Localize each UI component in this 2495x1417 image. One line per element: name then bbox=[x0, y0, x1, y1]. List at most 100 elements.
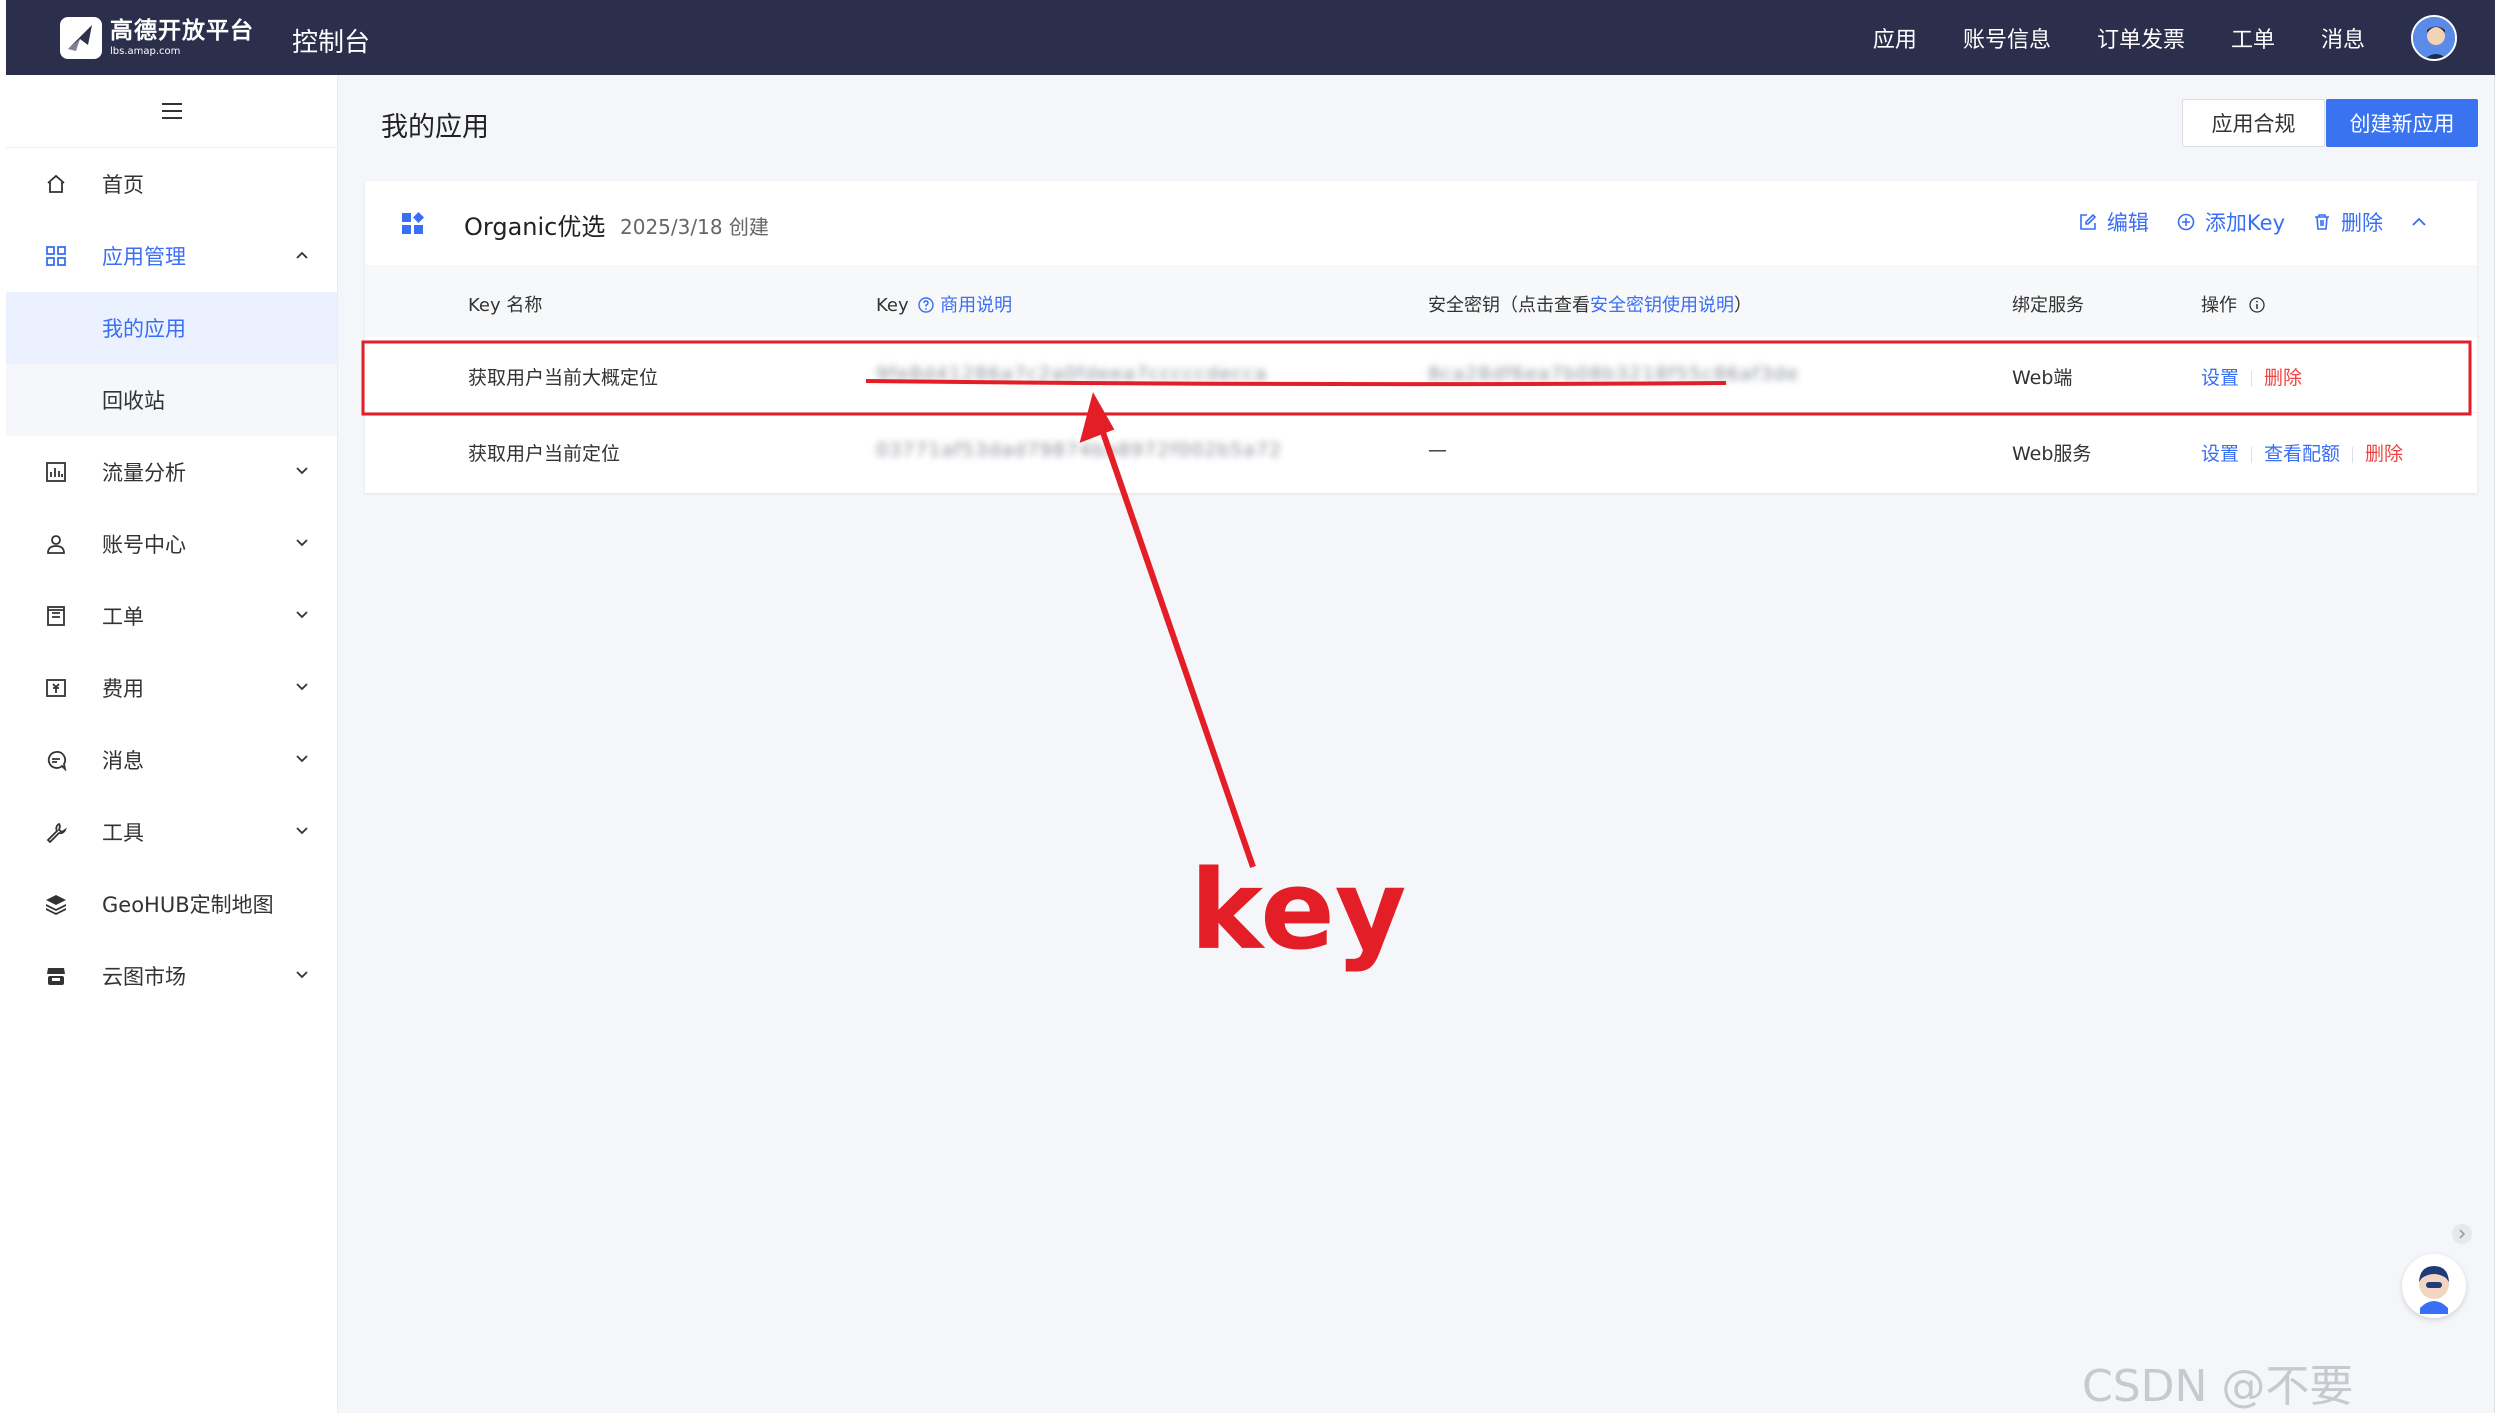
topnav-account[interactable]: 账号信息 bbox=[1963, 22, 2051, 54]
topnav-tickets[interactable]: 工单 bbox=[2231, 22, 2275, 54]
create-app-button[interactable]: 创建新应用 bbox=[2326, 99, 2478, 147]
keys-table: Key 名称 Key 商用说明 安全密钥（点击查看安全密钥使用说明） 绑定服务 … bbox=[365, 265, 2477, 489]
sidebar-item-label: 应用管理 bbox=[102, 245, 186, 269]
add-key-button[interactable]: 添加Key bbox=[2177, 207, 2285, 237]
chart-icon bbox=[42, 458, 70, 486]
store-icon bbox=[42, 962, 70, 990]
app-card: Organic优选 2025/3/18 创建 编辑 添加Key 删除 Key 名… bbox=[365, 181, 2477, 493]
app-created-date: 2025/3/18 创建 bbox=[620, 215, 769, 239]
col-secret: 安全密钥（点击查看安全密钥使用说明） bbox=[1428, 291, 1752, 317]
chevron-up-icon[interactable] bbox=[2411, 214, 2427, 230]
secret-value-cell[interactable]: 8ca28df6ea7b08b3218f55c86af3de bbox=[1428, 363, 1799, 385]
sidebar-item-label: 费用 bbox=[102, 677, 144, 701]
chevron-down-icon bbox=[296, 755, 308, 763]
message-icon bbox=[42, 746, 70, 774]
sidebar-item-geohub[interactable]: GeoHUB定制地图 bbox=[6, 868, 337, 940]
app-compliance-button[interactable]: 应用合规 bbox=[2182, 99, 2325, 147]
commercial-info-link[interactable]: 商用说明 bbox=[940, 295, 1012, 316]
app-window: 高德开放平台 lbs.amap.com 控制台 应用 账号信息 订单发票 工单 … bbox=[6, 0, 2495, 1413]
plus-circle-icon bbox=[2177, 213, 2195, 231]
app-name: Organic优选 bbox=[464, 213, 606, 241]
sidebar-item-cloud-market[interactable]: 云图市场 bbox=[6, 940, 337, 1012]
app-card-header: Organic优选 2025/3/18 创建 编辑 添加Key 删除 bbox=[365, 181, 2477, 265]
customer-service-bot[interactable] bbox=[2402, 1254, 2466, 1318]
ticket-icon bbox=[42, 602, 70, 630]
sidebar: 首页 应用管理 我的应用 回收站 流量分析 账号中心 工单 费用 消息 工具 G… bbox=[6, 75, 338, 1413]
topnav-messages[interactable]: 消息 bbox=[2321, 22, 2365, 54]
col-secret-suffix: ） bbox=[1734, 295, 1752, 316]
topnav-orders[interactable]: 订单发票 bbox=[2097, 22, 2185, 54]
chevron-up-icon bbox=[296, 251, 308, 259]
col-ops: 操作 bbox=[2201, 291, 2265, 317]
app-actions: 编辑 添加Key 删除 bbox=[2051, 207, 2427, 237]
chevron-down-icon bbox=[296, 683, 308, 691]
help-icon bbox=[918, 297, 935, 313]
topnav-apps[interactable]: 应用 bbox=[1873, 22, 1917, 54]
settings-link[interactable]: 设置 bbox=[2201, 367, 2239, 389]
add-key-label: 添加Key bbox=[2204, 211, 2285, 235]
sidebar-item-traffic[interactable]: 流量分析 bbox=[6, 436, 337, 508]
console-title[interactable]: 控制台 bbox=[292, 22, 370, 59]
delete-key-link[interactable]: 删除 bbox=[2264, 367, 2302, 389]
amap-logo[interactable]: 高德开放平台 lbs.amap.com bbox=[58, 16, 254, 60]
home-icon bbox=[42, 170, 70, 198]
view-quota-link[interactable]: 查看配额 bbox=[2264, 443, 2340, 465]
settings-link[interactable]: 设置 bbox=[2201, 443, 2239, 465]
sidebar-subitem-recycle-bin[interactable]: 回收站 bbox=[6, 364, 337, 436]
ops-cell: 设置 删除 bbox=[2201, 363, 2302, 390]
support-robot-icon bbox=[2404, 1256, 2464, 1316]
ops-cell: 设置 查看配额 删除 bbox=[2201, 439, 2403, 466]
delete-app-button[interactable]: 删除 bbox=[2313, 207, 2383, 237]
chevron-down-icon bbox=[296, 467, 308, 475]
sidebar-item-home[interactable]: 首页 bbox=[6, 148, 337, 220]
trash-icon bbox=[2315, 214, 2329, 230]
sidebar-subitem-my-apps[interactable]: 我的应用 bbox=[6, 292, 337, 364]
col-key-name: Key 名称 bbox=[468, 295, 543, 316]
sidebar-item-tools[interactable]: 工具 bbox=[6, 796, 337, 868]
col-ops-label: 操作 bbox=[2201, 295, 2237, 316]
sidebar-item-fees[interactable]: 费用 bbox=[6, 652, 337, 724]
layers-icon bbox=[42, 890, 70, 918]
key-value-cell[interactable]: 03771af53dad79874ba8972f002b5a72 bbox=[876, 439, 1282, 461]
sidebar-item-messages[interactable]: 消息 bbox=[6, 724, 337, 796]
secret-info-link[interactable]: 安全密钥使用说明 bbox=[1590, 295, 1734, 316]
top-bar: 高德开放平台 lbs.amap.com 控制台 应用 账号信息 订单发票 工单 … bbox=[6, 0, 2495, 75]
service-cell: Web端 bbox=[2012, 367, 2073, 389]
sidebar-item-label: 首页 bbox=[102, 173, 144, 197]
sidebar-item-label: 流量分析 bbox=[102, 461, 186, 485]
sidebar-item-tickets[interactable]: 工单 bbox=[6, 580, 337, 652]
table-row: 获取用户当前大概定位 9fe8d41286a7c2a0fdeea7cccccde… bbox=[365, 337, 2477, 413]
user-icon bbox=[42, 530, 70, 558]
col-key: Key 商用说明 bbox=[876, 291, 1012, 317]
edit-app-button[interactable]: 编辑 bbox=[2079, 207, 2149, 237]
key-name-cell: 获取用户当前大概定位 bbox=[468, 367, 659, 389]
chevron-down-icon bbox=[296, 539, 308, 547]
delete-key-link[interactable]: 删除 bbox=[2365, 443, 2403, 465]
col-service: 绑定服务 bbox=[2012, 295, 2084, 316]
sidebar-item-label: 工单 bbox=[102, 605, 144, 629]
sidebar-item-label: 账号中心 bbox=[102, 533, 186, 557]
chevron-down-icon bbox=[296, 827, 308, 835]
sidebar-item-label: 云图市场 bbox=[102, 965, 186, 989]
grid-icon bbox=[42, 242, 70, 270]
table-row: 获取用户当前定位 03771af53dad79874ba8972f002b5a7… bbox=[365, 413, 2477, 489]
top-nav: 应用 账号信息 订单发票 工单 消息 bbox=[1873, 0, 2495, 75]
table-header: Key 名称 Key 商用说明 安全密钥（点击查看安全密钥使用说明） 绑定服务 … bbox=[365, 265, 2477, 337]
key-value-cell[interactable]: 9fe8d41286a7c2a0fdeea7cccccdecca bbox=[876, 363, 1267, 385]
sidebar-item-app-management[interactable]: 应用管理 bbox=[6, 220, 337, 292]
sidebar-item-label: 消息 bbox=[102, 749, 144, 773]
col-secret-label: 安全密钥（点击查看 bbox=[1428, 295, 1590, 316]
chevron-down-icon bbox=[296, 611, 308, 619]
menu-toggle-button[interactable] bbox=[6, 75, 337, 148]
annotation-key-label: key bbox=[1190, 846, 1407, 974]
key-name-cell: 获取用户当前定位 bbox=[468, 443, 621, 465]
delete-label: 删除 bbox=[2341, 211, 2383, 235]
avatar[interactable] bbox=[2411, 14, 2457, 61]
sidebar-item-label: 工具 bbox=[102, 821, 144, 845]
wrench-icon bbox=[42, 818, 70, 846]
amap-logo-icon bbox=[60, 17, 102, 59]
close-help-button[interactable] bbox=[2452, 1224, 2472, 1244]
sidebar-item-account[interactable]: 账号中心 bbox=[6, 508, 337, 580]
app-icon bbox=[402, 212, 424, 234]
hamburger-icon bbox=[161, 103, 182, 119]
